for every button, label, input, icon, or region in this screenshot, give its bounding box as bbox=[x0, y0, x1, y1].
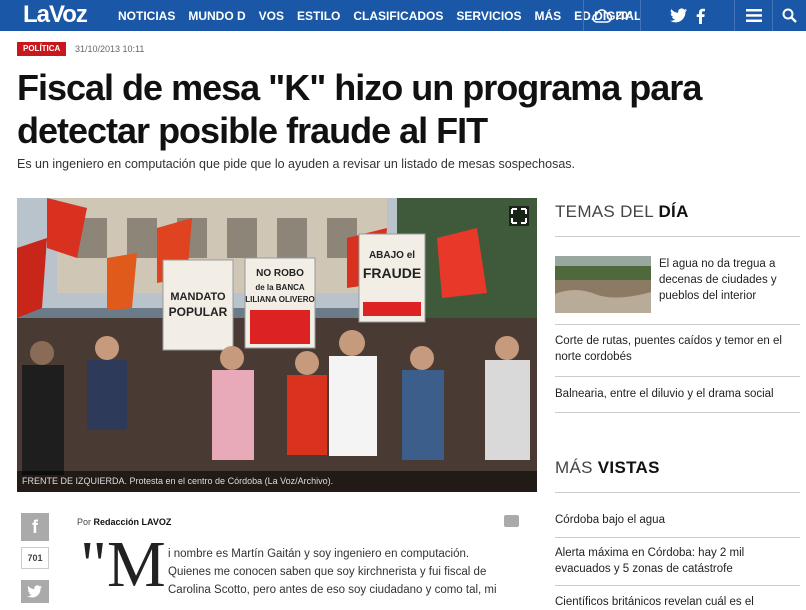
divider bbox=[555, 236, 800, 237]
temas-item[interactable]: Balnearia, entre el diluvio y el drama s… bbox=[555, 386, 800, 402]
comment-icon[interactable] bbox=[504, 515, 519, 527]
vistas-item[interactable]: Córdoba bajo el agua bbox=[555, 512, 800, 528]
temas-heading: TEMAS DEL DÍA bbox=[555, 202, 800, 222]
twitter-icon bbox=[27, 585, 42, 598]
body-line: Carolina Scotto, pero antes de eso soy c… bbox=[168, 584, 497, 596]
svg-text:de la BANCA: de la BANCA bbox=[255, 283, 305, 292]
svg-text:ABAJO el: ABAJO el bbox=[369, 250, 415, 261]
divider bbox=[555, 376, 800, 377]
top-nav-bar: LaVoz NOTICIAS MUNDO D VOS ESTILO CLASIF… bbox=[0, 0, 806, 31]
temas-item[interactable]: El agua no da tregua a decenas de ciudad… bbox=[659, 256, 799, 304]
fullscreen-icon bbox=[511, 208, 527, 224]
divider bbox=[555, 585, 800, 586]
hamburger-icon bbox=[745, 9, 762, 22]
article-subtitle: Es un ingeniero en computación que pide … bbox=[17, 157, 575, 171]
temas-heading-bold: DÍA bbox=[658, 202, 689, 221]
twitter-icon[interactable] bbox=[670, 8, 688, 23]
svg-text:LILIANA OLIVERO: LILIANA OLIVERO bbox=[245, 295, 314, 304]
vistas-heading-light: MÁS bbox=[555, 458, 593, 477]
drop-cap: "M bbox=[80, 528, 166, 601]
menu-button[interactable] bbox=[734, 0, 772, 31]
flood-photo bbox=[555, 256, 651, 313]
temas-thumbnail[interactable] bbox=[555, 256, 651, 313]
menu-item-vos[interactable]: VOS bbox=[259, 9, 284, 23]
byline-prefix: Por bbox=[77, 517, 92, 527]
menu-item-mas[interactable]: MÁS bbox=[535, 9, 562, 23]
section-badge[interactable]: POLÍTICA bbox=[17, 42, 67, 56]
vistas-heading: MÁS VISTAS bbox=[555, 458, 800, 478]
article-datetime: 31/10/2013 10:11 bbox=[75, 44, 145, 54]
photo-caption: FRENTE DE IZQUIERDA. Protesta en el cent… bbox=[17, 471, 537, 492]
divider bbox=[555, 324, 800, 325]
main-menu: NOTICIAS MUNDO D VOS ESTILO CLASIFICADOS… bbox=[118, 0, 654, 31]
menu-item-noticias[interactable]: NOTICIAS bbox=[118, 9, 175, 23]
svg-text:MANDATO: MANDATO bbox=[170, 291, 226, 303]
article-title: Fiscal de mesa "K" hizo un programa para… bbox=[17, 67, 702, 151]
weather-widget[interactable]: 20° bbox=[583, 0, 640, 31]
expand-photo-button[interactable] bbox=[509, 206, 529, 226]
search-icon bbox=[782, 8, 797, 23]
cloud-icon bbox=[591, 8, 612, 23]
site-logo[interactable]: LaVoz bbox=[23, 1, 88, 29]
body-line: i nombre es Martín Gaitán y soy ingenier… bbox=[168, 548, 470, 560]
twitter-share-button[interactable] bbox=[21, 580, 49, 603]
logo-voz: Voz bbox=[49, 1, 88, 28]
svg-text:POPULAR: POPULAR bbox=[169, 305, 228, 319]
article-photo[interactable]: ABAJO el FRAUDE NO ROBO de la BANCA LILI… bbox=[17, 198, 537, 492]
vistas-item[interactable]: Alerta máxima en Córdoba: hay 2 mil evac… bbox=[555, 545, 800, 577]
menu-item-servicios[interactable]: SERVICIOS bbox=[456, 9, 521, 23]
nav-tools: 20° bbox=[583, 0, 806, 31]
menu-item-clasificados[interactable]: CLASIFICADOS bbox=[353, 9, 443, 23]
menu-item-estilo[interactable]: ESTILO bbox=[297, 9, 340, 23]
facebook-icon: f bbox=[32, 516, 38, 537]
temas-item[interactable]: Corte de rutas, puentes caídos y temor e… bbox=[555, 333, 800, 365]
byline-author[interactable]: Redacción LAVOZ bbox=[94, 517, 172, 527]
share-count: 701 bbox=[21, 547, 49, 569]
divider bbox=[555, 492, 800, 493]
menu-item-mundo-d[interactable]: MUNDO D bbox=[188, 9, 245, 23]
facebook-share-button[interactable]: f bbox=[21, 513, 49, 541]
weather-temp: 20° bbox=[615, 9, 633, 22]
protest-photo-illustration: ABAJO el FRAUDE NO ROBO de la BANCA LILI… bbox=[17, 198, 537, 492]
logo-la: La bbox=[23, 1, 50, 28]
vistas-heading-bold: VISTAS bbox=[597, 458, 660, 477]
svg-text:FRAUDE: FRAUDE bbox=[363, 265, 421, 281]
byline: Por Redacción LAVOZ bbox=[77, 517, 171, 527]
social-links bbox=[640, 0, 734, 31]
temas-heading-light: TEMAS DEL bbox=[555, 202, 654, 221]
body-line: Quienes me conocen saben que soy kirchne… bbox=[168, 566, 487, 578]
search-button[interactable] bbox=[772, 0, 806, 31]
facebook-icon[interactable] bbox=[696, 8, 705, 24]
svg-text:NO ROBO: NO ROBO bbox=[256, 268, 304, 279]
divider bbox=[555, 412, 800, 413]
vistas-item[interactable]: Científicos británicos revelan cuál es e… bbox=[555, 594, 800, 610]
article-body: i nombre es Martín Gaitán y soy ingenier… bbox=[168, 545, 513, 599]
divider bbox=[555, 537, 800, 538]
